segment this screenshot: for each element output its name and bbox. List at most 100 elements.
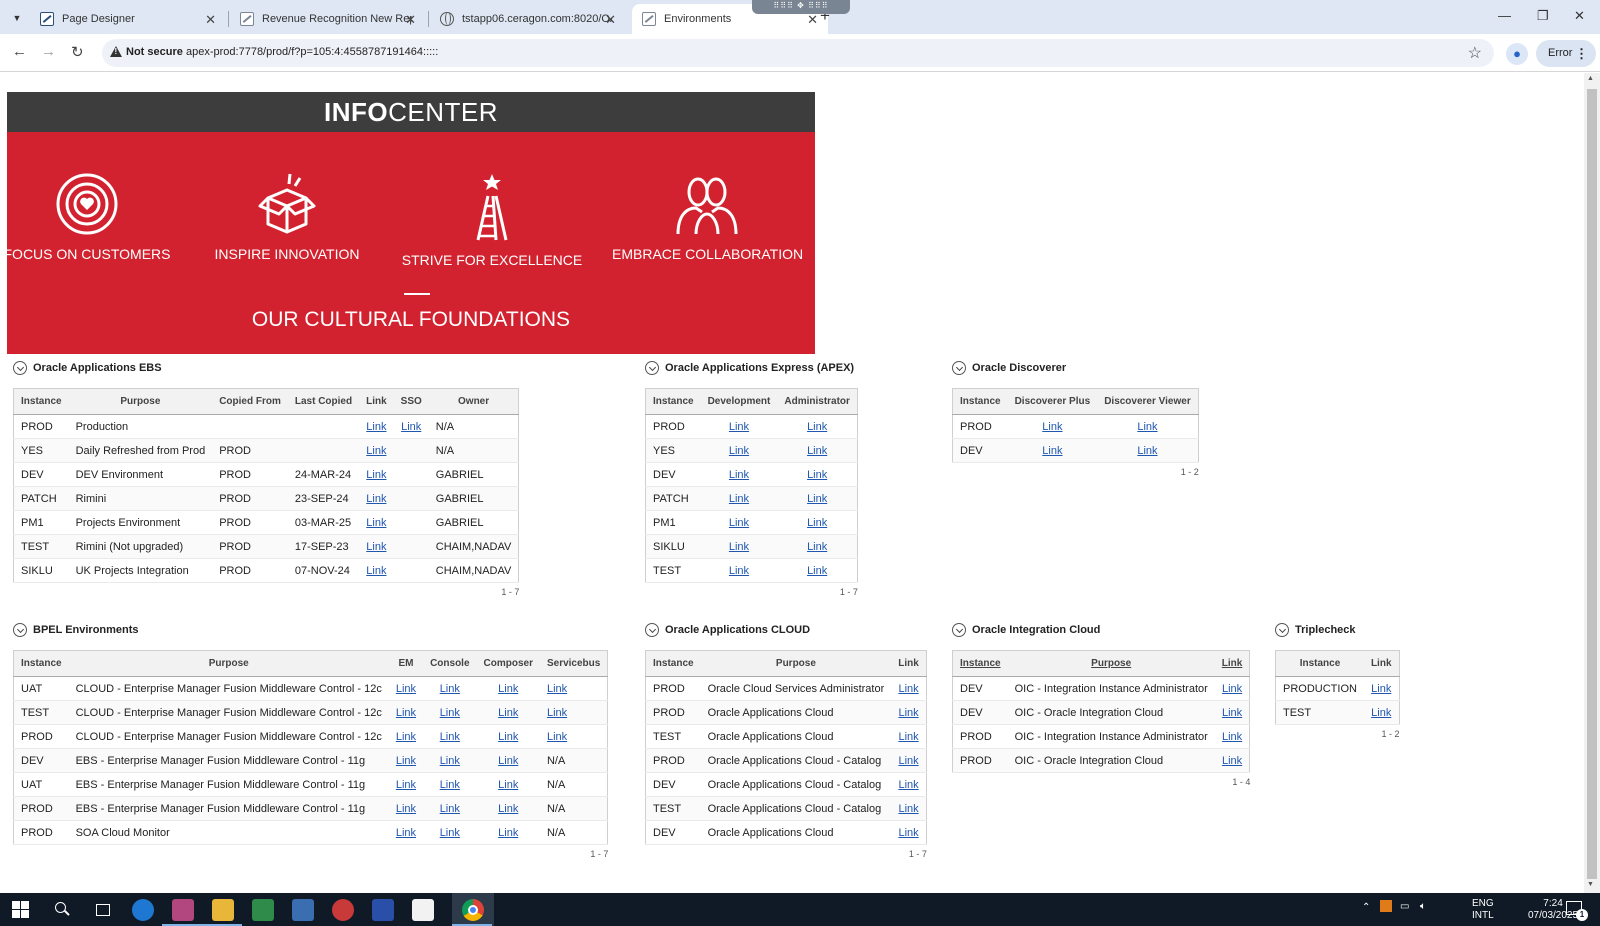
composer-link[interactable]: Link <box>498 731 518 743</box>
tab-revenue-recognition[interactable]: Revenue Recognition New Report ✕ <box>230 4 426 34</box>
windows-start-icon[interactable] <box>12 901 34 923</box>
sso-link[interactable]: Link <box>401 421 421 433</box>
link[interactable]: Link <box>366 493 386 505</box>
administrator-link[interactable]: Link <box>807 517 827 529</box>
link[interactable]: Link <box>1222 707 1242 719</box>
link[interactable]: Link <box>898 755 918 767</box>
development-link[interactable]: Link <box>729 469 749 481</box>
collapse-chevron-icon[interactable] <box>1275 623 1289 637</box>
link[interactable]: Link <box>898 803 918 815</box>
administrator-link[interactable]: Link <box>807 493 827 505</box>
menu-dots-icon[interactable]: ⋮ <box>1575 40 1588 67</box>
development-link[interactable]: Link <box>729 541 749 553</box>
administrator-link[interactable]: Link <box>807 541 827 553</box>
region-header[interactable]: Oracle Discoverer <box>952 358 1199 378</box>
close-tab-icon[interactable]: ✕ <box>605 12 616 28</box>
link[interactable]: Link <box>898 779 918 791</box>
profile-avatar-icon[interactable]: ● <box>1506 43 1528 65</box>
development-link[interactable]: Link <box>729 493 749 505</box>
em-link[interactable]: Link <box>396 683 416 695</box>
region-header[interactable]: Oracle Applications EBS <box>13 358 519 378</box>
link[interactable]: Link <box>1222 755 1242 767</box>
reload-icon[interactable]: ↻ <box>71 43 84 61</box>
close-tab-icon[interactable]: ✕ <box>405 12 416 28</box>
em-link[interactable]: Link <box>396 827 416 839</box>
report-tool-icon[interactable] <box>372 899 394 921</box>
administrator-link[interactable]: Link <box>807 421 827 433</box>
discoverer-viewer-link[interactable]: Link <box>1137 445 1157 457</box>
link[interactable]: Link <box>366 469 386 481</box>
chrome-icon[interactable] <box>462 899 484 921</box>
profile-error-button[interactable]: Error ⋮ <box>1536 40 1596 67</box>
scrollbar-thumb[interactable] <box>1587 89 1597 879</box>
console-link[interactable]: Link <box>440 803 460 815</box>
link[interactable]: Link <box>898 827 918 839</box>
file-explorer-icon[interactable] <box>212 899 234 921</box>
column-header-sortable[interactable]: Instance <box>952 650 1008 677</box>
vertical-scrollbar[interactable]: ▲ ▼ <box>1584 73 1600 893</box>
collapse-chevron-icon[interactable] <box>13 361 27 375</box>
collapse-chevron-icon[interactable] <box>13 623 27 637</box>
servicebus-link[interactable]: Link <box>547 707 567 719</box>
development-link[interactable]: Link <box>729 421 749 433</box>
scroll-down-icon[interactable]: ▼ <box>1587 881 1594 888</box>
link[interactable]: Link <box>898 707 918 719</box>
link[interactable]: Link <box>366 517 386 529</box>
forward-arrow-icon[interactable]: → <box>41 43 56 60</box>
composer-link[interactable]: Link <box>498 707 518 719</box>
drag-handle-icon[interactable]: ⠿⠿⠿ ✥ ⠿⠿⠿ <box>752 0 850 14</box>
development-link[interactable]: Link <box>729 517 749 529</box>
collapse-chevron-icon[interactable] <box>645 361 659 375</box>
discoverer-plus-link[interactable]: Link <box>1042 445 1062 457</box>
input-language[interactable]: ENG INTL <box>1472 898 1494 922</box>
remote-desktop-icon[interactable] <box>292 899 314 921</box>
omnibox[interactable]: Not secure apex-prod:7778/prod/f?p=105:4… <box>102 39 1494 67</box>
composer-link[interactable]: Link <box>498 803 518 815</box>
security-status[interactable]: Not secure <box>126 46 183 58</box>
link[interactable]: Link <box>1371 707 1391 719</box>
collapse-chevron-icon[interactable] <box>645 623 659 637</box>
discoverer-viewer-link[interactable]: Link <box>1137 421 1157 433</box>
link[interactable]: Link <box>898 683 918 695</box>
tab-tstapp06[interactable]: tstapp06.ceragon.com:8020/OA ✕ <box>430 4 626 34</box>
link[interactable]: Link <box>1222 683 1242 695</box>
console-link[interactable]: Link <box>440 779 460 791</box>
link[interactable]: Link <box>366 445 386 457</box>
region-header[interactable]: Oracle Integration Cloud <box>952 620 1250 640</box>
em-link[interactable]: Link <box>396 803 416 815</box>
tray-app-icon[interactable] <box>1380 900 1392 912</box>
servicebus-link[interactable]: Link <box>547 683 567 695</box>
em-link[interactable]: Link <box>396 779 416 791</box>
composer-link[interactable]: Link <box>498 827 518 839</box>
link[interactable]: Link <box>1371 683 1391 695</box>
notification-center-icon[interactable]: 1 <box>1566 901 1588 921</box>
console-link[interactable]: Link <box>440 827 460 839</box>
scroll-up-icon[interactable]: ▲ <box>1587 75 1594 82</box>
console-link[interactable]: Link <box>440 683 460 695</box>
administrator-link[interactable]: Link <box>807 565 827 577</box>
close-tab-icon[interactable]: ✕ <box>205 12 216 28</box>
column-header-sortable[interactable]: Link <box>1214 650 1250 677</box>
region-header[interactable]: Triplecheck <box>1275 620 1400 640</box>
back-arrow-icon[interactable]: ← <box>12 43 27 60</box>
tab-search-chevron-icon[interactable]: ▼ <box>8 9 26 27</box>
development-link[interactable]: Link <box>729 445 749 457</box>
column-header-sortable[interactable]: Purpose <box>1007 650 1215 677</box>
administrator-link[interactable]: Link <box>807 445 827 457</box>
spreadsheet-icon[interactable] <box>252 899 274 921</box>
discoverer-plus-link[interactable]: Link <box>1042 421 1062 433</box>
search-icon[interactable] <box>52 899 74 921</box>
administrator-link[interactable]: Link <box>807 469 827 481</box>
db-tool-icon[interactable] <box>172 899 194 921</box>
console-link[interactable]: Link <box>440 731 460 743</box>
toolbox-icon[interactable] <box>332 899 354 921</box>
console-link[interactable]: Link <box>440 707 460 719</box>
link[interactable]: Link <box>1222 731 1242 743</box>
composer-link[interactable]: Link <box>498 779 518 791</box>
tray-chevron-up-icon[interactable]: ⌃ <box>1362 902 1370 913</box>
restore-icon[interactable]: ❐ <box>1537 8 1549 24</box>
link[interactable]: Link <box>366 565 386 577</box>
em-link[interactable]: Link <box>396 755 416 767</box>
collapse-chevron-icon[interactable] <box>952 361 966 375</box>
link[interactable]: Link <box>366 421 386 433</box>
